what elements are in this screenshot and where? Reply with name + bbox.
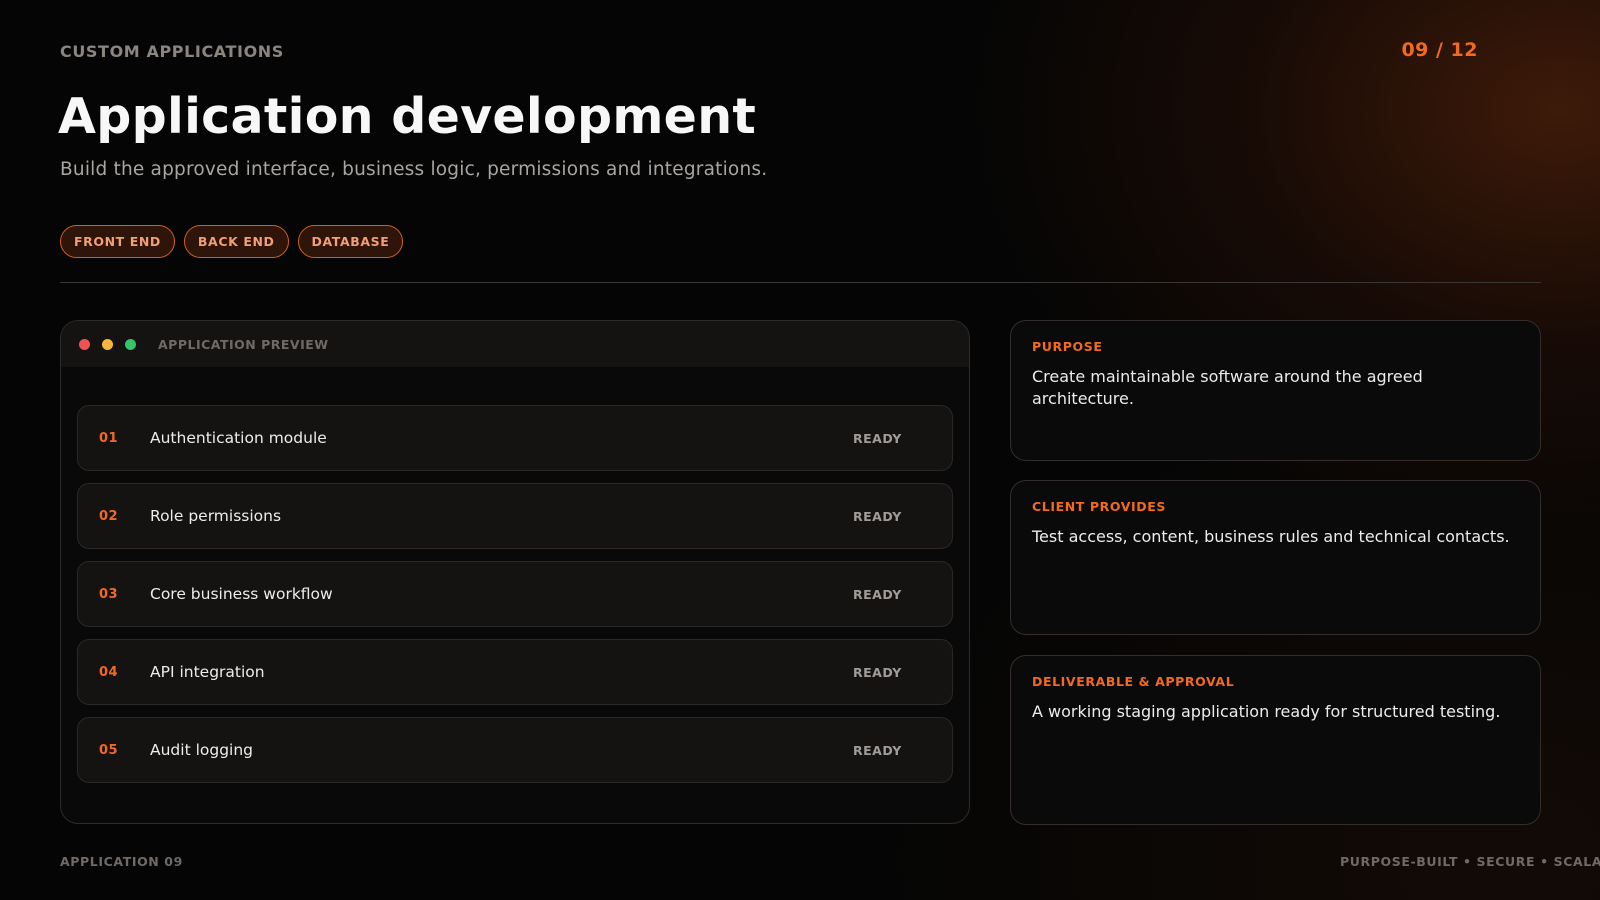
card-text: Create maintainable software around the …	[1032, 367, 1423, 408]
module-name: Core business workflow	[150, 585, 333, 603]
window-title-bar: APPLICATION PREVIEW	[61, 321, 969, 367]
page-subtitle: Build the approved interface, business l…	[60, 159, 768, 180]
deliverable-approval-card: DELIVERABLE & APPROVAL A working staging…	[1010, 655, 1541, 825]
card-label: DELIVERABLE & APPROVAL	[1032, 674, 1235, 689]
module-row: 02 Role permissions READY	[77, 483, 953, 549]
module-row: 01 Authentication module READY	[77, 405, 953, 471]
slide: CUSTOM APPLICATIONS 09 / 12 Application …	[0, 0, 1600, 900]
client-provides-card: CLIENT PROVIDES Test access, content, bu…	[1010, 480, 1541, 635]
page-title: Application development	[58, 88, 757, 145]
module-status: READY	[853, 430, 902, 446]
module-number: 02	[99, 508, 119, 524]
module-name: API integration	[150, 663, 265, 681]
footer-right: PURPOSE-BUILT • SECURE • SCALABLE	[1340, 854, 1600, 869]
card-label: CLIENT PROVIDES	[1032, 499, 1166, 514]
footer-left: APPLICATION 09	[60, 854, 183, 869]
window-title: APPLICATION PREVIEW	[158, 336, 329, 352]
module-number: 05	[99, 742, 119, 758]
maximize-dot-icon	[125, 338, 136, 350]
minimize-dot-icon	[102, 338, 113, 350]
module-status: READY	[853, 508, 902, 524]
application-preview-window: APPLICATION PREVIEW 01 Authentication mo…	[60, 320, 970, 824]
tag-database: DATABASE	[297, 225, 404, 258]
module-number: 04	[99, 664, 119, 680]
module-row: 03 Core business workflow READY	[77, 561, 953, 627]
card-text: A working staging application ready for …	[1032, 702, 1501, 721]
tag-front-end: FRONT END	[60, 225, 175, 258]
module-row: 05 Audit logging READY	[77, 717, 953, 783]
module-name: Authentication module	[150, 429, 327, 447]
card-label: PURPOSE	[1032, 339, 1103, 354]
module-status: READY	[853, 664, 902, 680]
page-counter: 09 / 12	[1401, 39, 1478, 61]
tag-list: FRONT END BACK END DATABASE	[60, 225, 404, 258]
divider	[60, 282, 1541, 283]
module-name: Role permissions	[150, 507, 282, 525]
module-name: Audit logging	[150, 741, 254, 759]
module-list: 01 Authentication module READY 02 Role p…	[77, 405, 953, 795]
tag-back-end: BACK END	[183, 225, 289, 258]
module-status: READY	[853, 742, 902, 758]
purpose-card: PURPOSE Create maintainable software aro…	[1010, 320, 1541, 461]
module-number: 01	[99, 430, 119, 446]
card-text: Test access, content, business rules and…	[1032, 527, 1510, 546]
module-number: 03	[99, 586, 119, 602]
section-eyebrow: CUSTOM APPLICATIONS	[60, 42, 284, 61]
module-row: 04 API integration READY	[77, 639, 953, 705]
module-status: READY	[853, 586, 902, 602]
close-dot-icon	[79, 338, 90, 350]
